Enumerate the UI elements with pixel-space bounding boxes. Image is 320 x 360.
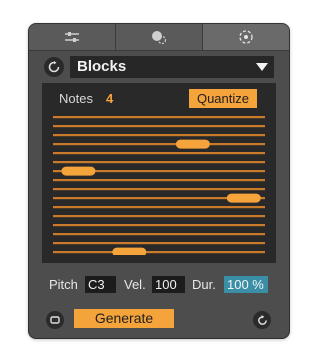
rotate-icon xyxy=(48,61,60,73)
note-lane xyxy=(53,224,265,227)
dice-icon xyxy=(152,31,167,44)
refresh-button[interactable] xyxy=(253,311,271,329)
mode-row: Blocks xyxy=(44,56,274,78)
note-block[interactable] xyxy=(112,247,147,255)
pitch-field[interactable]: C3 xyxy=(85,276,116,293)
notes-count: 4 xyxy=(106,91,114,106)
note-block[interactable] xyxy=(226,193,261,203)
refresh-icon xyxy=(257,314,267,325)
bottom-row: Generate xyxy=(29,309,289,331)
loop-button[interactable] xyxy=(46,311,64,329)
note-block[interactable] xyxy=(61,166,96,176)
tab-parameters[interactable] xyxy=(29,24,116,51)
mode-selected-value: Blocks xyxy=(77,58,127,75)
duration-label: Dur. xyxy=(192,277,216,292)
note-lane xyxy=(53,143,265,146)
note-block[interactable] xyxy=(175,139,210,149)
note-lane xyxy=(53,251,265,254)
note-lane xyxy=(53,215,265,218)
note-lane xyxy=(53,161,265,164)
generate-button[interactable]: Generate xyxy=(74,309,174,328)
sliders-icon xyxy=(65,32,79,42)
note-lane xyxy=(53,134,265,137)
velocity-field[interactable]: 100 xyxy=(152,276,185,293)
parameter-row: Pitch C3 Vel. 100 Dur. 100 % xyxy=(29,276,289,294)
velocity-label: Vel. xyxy=(124,277,146,292)
note-lane xyxy=(53,188,265,191)
note-grid-panel: Notes 4 Quantize xyxy=(42,83,276,263)
note-lane xyxy=(53,233,265,236)
reset-button[interactable] xyxy=(44,57,64,77)
note-lane xyxy=(53,125,265,128)
note-lane xyxy=(53,152,265,155)
tab-bar xyxy=(29,24,289,51)
mode-dropdown[interactable]: Blocks xyxy=(70,56,274,78)
note-lane xyxy=(53,206,265,209)
tab-target[interactable] xyxy=(203,24,289,51)
duration-field[interactable]: 100 % xyxy=(224,276,268,293)
note-grid[interactable] xyxy=(53,113,265,255)
generator-device: Blocks Notes 4 Quantize Pitch C3 Vel. 10… xyxy=(29,24,289,338)
pitch-label: Pitch xyxy=(49,277,78,292)
tab-random[interactable] xyxy=(116,24,203,51)
note-lane xyxy=(53,116,265,119)
notes-label: Notes xyxy=(59,91,93,106)
target-icon xyxy=(239,30,253,44)
note-lane xyxy=(53,242,265,245)
note-lane xyxy=(53,179,265,182)
quantize-button[interactable]: Quantize xyxy=(189,89,257,108)
loop-icon xyxy=(50,316,60,324)
chevron-down-icon xyxy=(256,63,268,71)
